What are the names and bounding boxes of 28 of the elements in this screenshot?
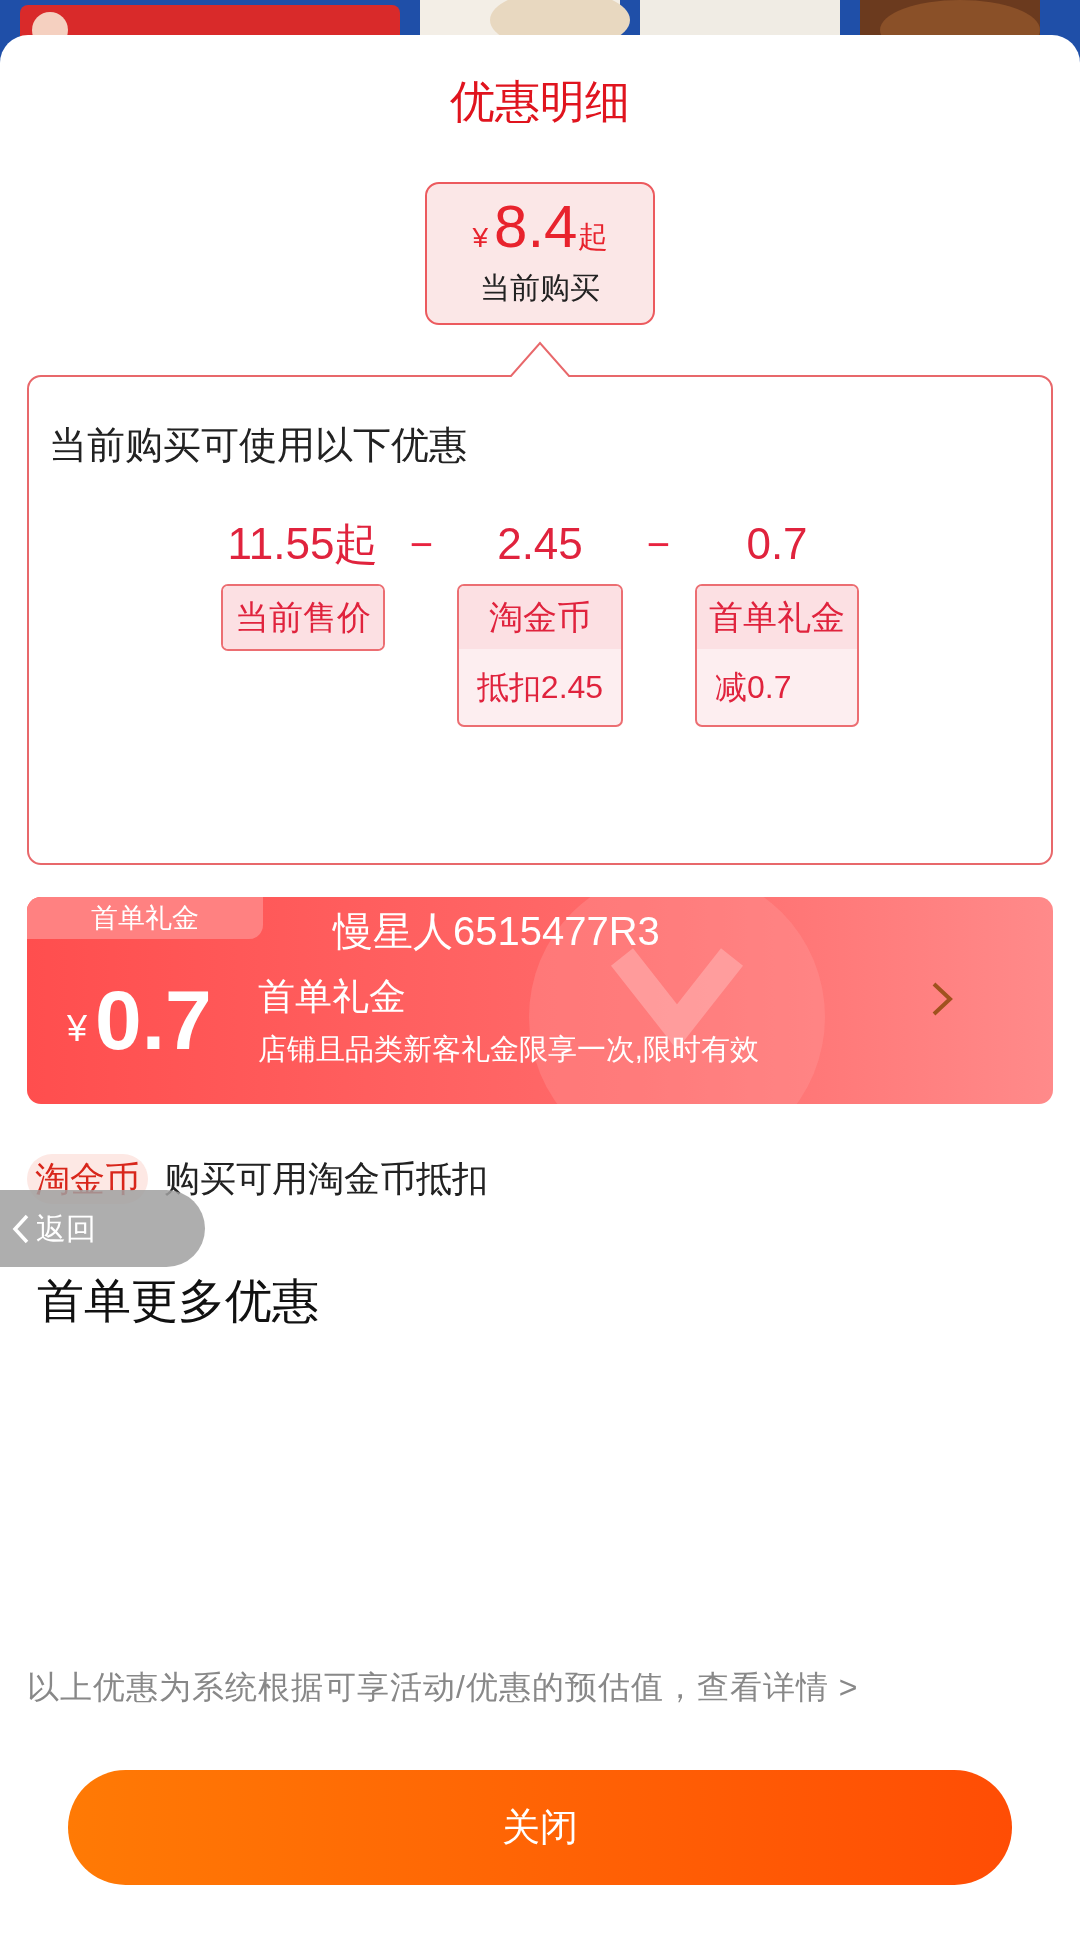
close-button[interactable]: 关闭 (68, 1770, 1012, 1885)
tag-detail: 减0.7 (714, 667, 793, 707)
footnote-text[interactable]: 以上优惠为系统根据可享活动/优惠的预估值，查看详情 > (27, 1663, 859, 1711)
currency-symbol: ¥ (67, 1007, 88, 1051)
price-suffix: 起 (577, 218, 608, 255)
tag-title: 淘金币 (458, 585, 622, 649)
shop-name: 慢星人6515477R3 (333, 907, 660, 955)
amount-value: 11.55起 (227, 517, 379, 570)
coupon-card[interactable]: 首单礼金 慢星人6515477R3 ¥0.7 首单礼金 店铺且品类新客礼金限享一次,限时有效 (27, 896, 1053, 1104)
sheet-title: 优惠明细 (449, 75, 631, 129)
section-heading: 首单更多优惠 (36, 1272, 320, 1329)
tag-detail: 抵扣2.45 (475, 667, 605, 707)
coupon-title: 首单礼金 (257, 974, 407, 1019)
chevron-right-icon (931, 980, 953, 1017)
amount-value: 0.7 (746, 517, 808, 570)
price-value: 8.4 (494, 196, 578, 257)
price-tag: 当前售价 (221, 583, 385, 651)
back-icon (12, 1213, 30, 1244)
coupon-tag: 首单礼金 (27, 896, 263, 939)
panel-heading: 当前购买可使用以下优惠 (49, 422, 468, 468)
minus-sign: − (645, 520, 672, 568)
coupon-amount: 0.7 (95, 978, 212, 1062)
coupon-description: 店铺且品类新客礼金限享一次,限时有效 (257, 1032, 759, 1067)
tag-title: 首单礼金 (697, 585, 857, 649)
amount-value: 2.45 (497, 517, 583, 570)
minus-sign: − (408, 520, 435, 568)
currency-symbol: ¥ (472, 220, 489, 255)
price-label: 当前购买 (480, 269, 600, 306)
